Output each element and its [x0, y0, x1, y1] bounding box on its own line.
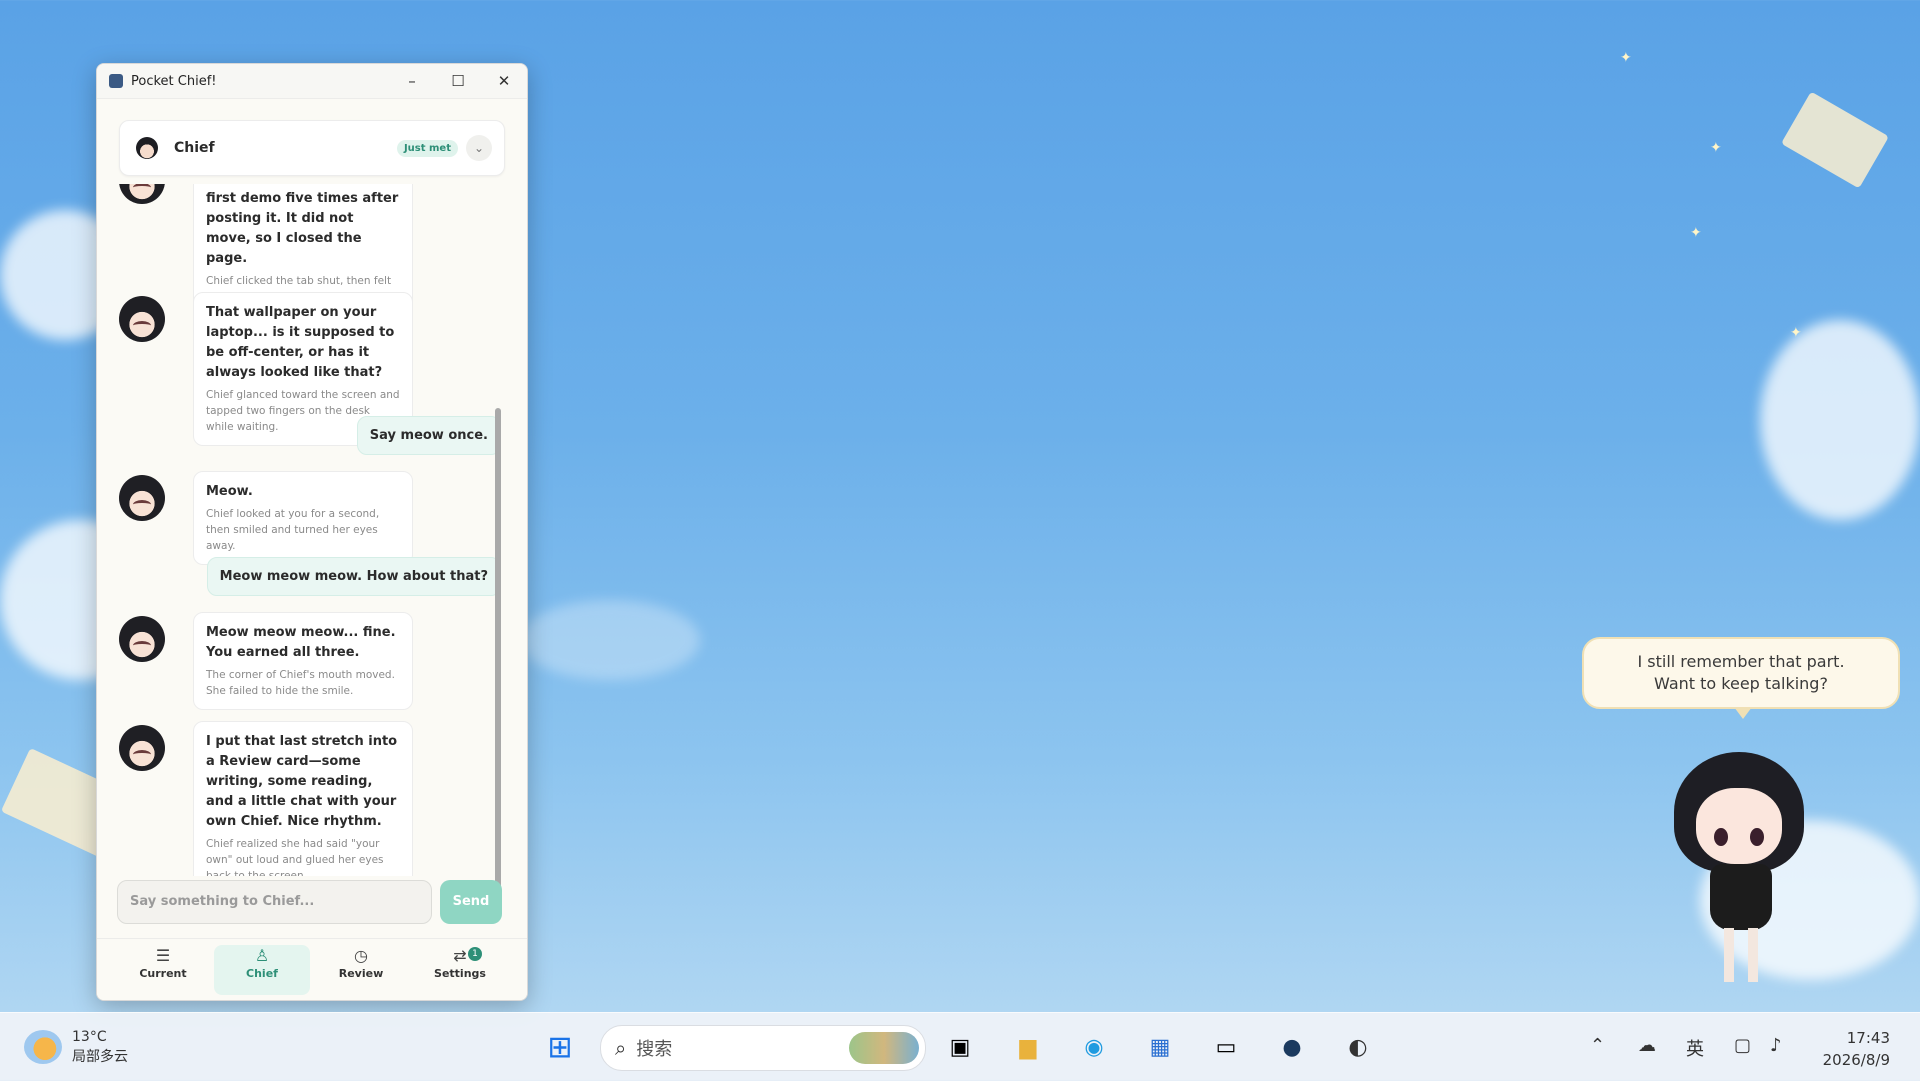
- send-button[interactable]: Send: [440, 880, 502, 924]
- status-badge: Just met: [396, 139, 458, 157]
- pet-eye: [1714, 828, 1728, 846]
- time: 17:43: [1846, 1029, 1890, 1047]
- desktop-pet[interactable]: [1672, 752, 1822, 992]
- pocket-chief-window: Pocket Chief! – ☐ ✕ Chief Just met ⌄ fir…: [96, 63, 528, 1001]
- message-text: first demo five times after posting it. …: [206, 191, 399, 266]
- minimize-button[interactable]: –: [389, 64, 435, 98]
- chief-avatar: [119, 475, 165, 521]
- ime-indicator[interactable]: 英: [1686, 1035, 1704, 1061]
- folder-icon: ▆: [1019, 1034, 1037, 1060]
- store-icon: ▦: [1149, 1034, 1171, 1060]
- weather-icon: [24, 1030, 62, 1064]
- onedrive-icon[interactable]: ☁: [1638, 1035, 1656, 1056]
- minimize-icon: –: [408, 72, 416, 90]
- terminal-icon: ▭: [1215, 1034, 1237, 1060]
- app-icon: [109, 74, 123, 88]
- chat-header: Chief Just met ⌄: [119, 120, 505, 176]
- tab-chief[interactable]: ♙ Chief: [214, 945, 310, 995]
- steam-icon: ●: [1282, 1034, 1302, 1060]
- volume-icon[interactable]: ♪: [1770, 1035, 1782, 1056]
- taskbar: 13°C 局部多云 ⊞ ⌕ 搜索 ▣ ▆ ◉ ▦ ▭ ● ◐ ⌃ ☁ 英 ▢ ♪…: [0, 1012, 1920, 1081]
- composer: Say something to Chief... Send: [117, 880, 507, 926]
- sliders-icon: ⇄: [453, 946, 467, 965]
- chief-avatar: [119, 725, 165, 771]
- notification-badge: 1: [468, 947, 482, 961]
- chevron-down-icon: ⌄: [473, 141, 485, 155]
- weather-temp: 13°C: [72, 1029, 107, 1045]
- chief-avatar: [119, 296, 165, 342]
- user-message: Say meow once.: [356, 416, 501, 455]
- message-note: The corner of Chief's mouth moved. She f…: [206, 669, 395, 697]
- message-text: I put that last stretch into a Review ca…: [206, 734, 398, 829]
- clock-icon: ◷: [354, 946, 368, 965]
- pet-eye: [1750, 828, 1764, 846]
- tray-overflow-chevron-icon[interactable]: ⌃: [1590, 1035, 1605, 1056]
- character-name: Chief: [174, 140, 215, 156]
- tab-settings[interactable]: ⇄ 1 Settings: [412, 945, 508, 995]
- search-icon: ⌕: [615, 1036, 627, 1060]
- search-highlight-image: [849, 1032, 919, 1064]
- edge-button[interactable]: ◉: [1074, 1027, 1114, 1067]
- task-view-button[interactable]: ▣: [940, 1027, 980, 1067]
- pet-leg: [1748, 928, 1758, 982]
- chat-scrollbar[interactable]: [495, 408, 501, 920]
- tab-review[interactable]: ◷ Review: [313, 945, 409, 995]
- message-note: Chief realized she had said "your own" o…: [206, 838, 384, 876]
- pet-speech-bubble[interactable]: I still remember that part. Want to keep…: [1582, 637, 1900, 719]
- avatar: [136, 137, 158, 159]
- close-icon: ✕: [497, 72, 511, 90]
- chief-avatar: [119, 616, 165, 662]
- pet-leg: [1724, 928, 1734, 982]
- message-text: Meow meow meow... fine. You earned all t…: [206, 625, 396, 660]
- maximize-button[interactable]: ☐: [435, 64, 481, 98]
- date: 2026/8/9: [1822, 1051, 1890, 1069]
- steam-button[interactable]: ●: [1272, 1027, 1312, 1067]
- user-message: Meow meow meow. How about that?: [206, 557, 501, 596]
- tab-current[interactable]: ☰ Current: [115, 945, 211, 995]
- message-note: Chief looked at you for a second, then s…: [206, 508, 380, 552]
- title-bar: Pocket Chief! – ☐ ✕: [97, 64, 527, 99]
- chief-avatar: [119, 184, 165, 204]
- message-text: That wallpaper on your laptop... is it s…: [206, 305, 395, 380]
- message-bubble: Meow. Chief looked at you for a second, …: [193, 471, 413, 565]
- search-box[interactable]: ⌕ 搜索: [600, 1025, 926, 1071]
- tab-label: Review: [338, 967, 384, 980]
- weather-desc: 局部多云: [72, 1049, 128, 1065]
- pocket-chief-icon: ◐: [1348, 1034, 1368, 1060]
- maximize-icon: ☐: [451, 72, 465, 90]
- speech-line-2: Want to keep talking?: [1654, 674, 1828, 693]
- store-button[interactable]: ▦: [1140, 1027, 1180, 1067]
- message-bubble: I put that last stretch into a Review ca…: [193, 721, 413, 876]
- clock[interactable]: 17:43 2026/8/9: [1823, 1027, 1890, 1071]
- search-placeholder: 搜索: [636, 1039, 673, 1060]
- message-text: Meow.: [206, 484, 253, 499]
- message-input[interactable]: Say something to Chief...: [117, 880, 432, 924]
- task-view-icon: ▣: [949, 1034, 971, 1060]
- pet-face: [1696, 788, 1782, 864]
- person-icon: ♙: [254, 946, 270, 965]
- network-icon[interactable]: ▢: [1734, 1035, 1751, 1056]
- pocket-chief-taskbar-button[interactable]: ◐: [1338, 1027, 1378, 1067]
- message-bubble: Meow meow meow... fine. You earned all t…: [193, 612, 413, 710]
- window-title: Pocket Chief!: [131, 73, 217, 89]
- terminal-button[interactable]: ▭: [1206, 1027, 1246, 1067]
- tab-label: Chief: [246, 967, 278, 980]
- start-button[interactable]: ⊞: [540, 1027, 580, 1067]
- file-explorer-button[interactable]: ▆: [1008, 1027, 1048, 1067]
- speech-line-1: I still remember that part.: [1637, 652, 1845, 671]
- pet-body: [1710, 864, 1772, 930]
- tab-label: Current: [139, 967, 187, 980]
- list-icon: ☰: [155, 946, 171, 965]
- bottom-nav: ☰ Current ♙ Chief ◷ Review ⇄ 1 Settings: [97, 938, 527, 1000]
- close-button[interactable]: ✕: [481, 64, 527, 98]
- chat-log[interactable]: first demo five times after posting it. …: [97, 184, 511, 876]
- windows-icon: ⊞: [547, 1029, 573, 1065]
- weather-widget[interactable]: 13°C 局部多云: [24, 1027, 128, 1067]
- edge-icon: ◉: [1084, 1034, 1104, 1060]
- expand-button[interactable]: ⌄: [466, 135, 492, 161]
- tab-label: Settings: [434, 967, 486, 980]
